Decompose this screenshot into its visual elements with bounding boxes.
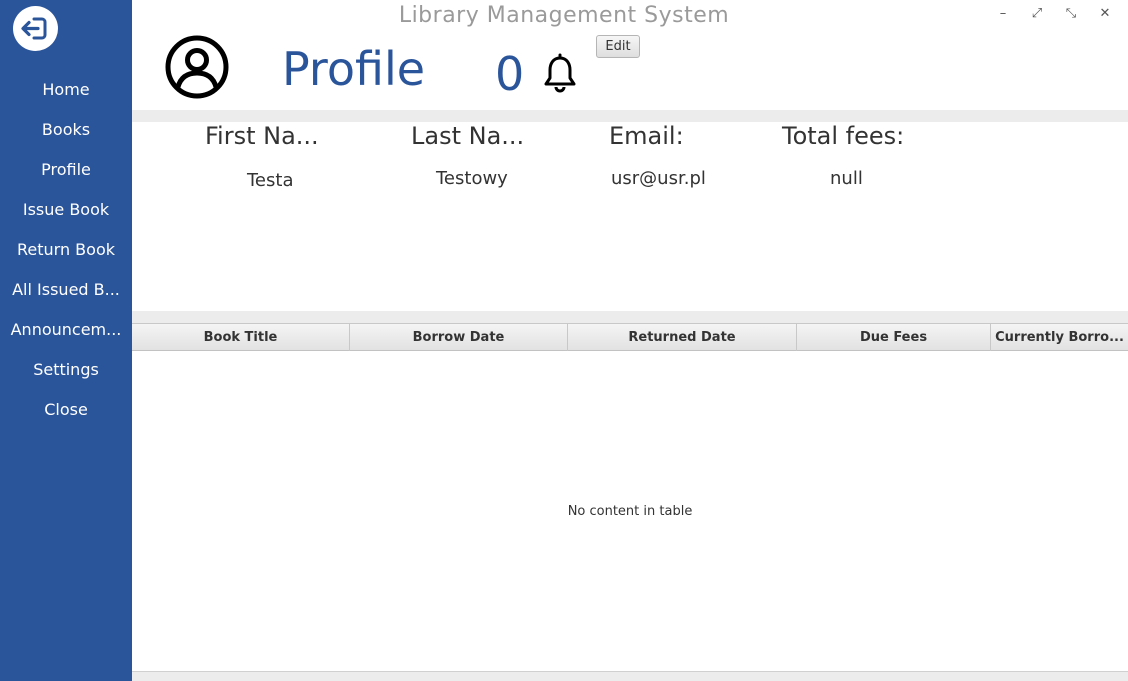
total-fees-label: Total fees: [782,122,905,150]
app-window: Home Books Profile Issue Book Return Boo… [0,0,1128,681]
logout-arrow-icon [13,6,58,51]
column-header-book-title[interactable]: Book Title [132,324,350,351]
sidebar-item-issue-book[interactable]: Issue Book [0,190,132,230]
restore-button[interactable]: ⤡ [1054,3,1088,23]
sidebar-item-settings[interactable]: Settings [0,350,132,390]
notification-count: 0 [495,47,525,101]
empty-table-message: No content in table [567,504,693,519]
sidebar: Home Books Profile Issue Book Return Boo… [0,0,132,681]
email-value: usr@usr.pl [611,168,706,189]
total-fees-value: null [830,168,863,189]
app-title: Library Management System [398,3,730,28]
table-header: Book Title Borrow Date Returned Date Due… [132,324,1128,351]
first-name-label: First Na... [205,122,319,150]
sidebar-nav: Home Books Profile Issue Book Return Boo… [0,70,132,430]
column-header-returned-date[interactable]: Returned Date [568,324,797,351]
close-window-button[interactable]: ✕ [1088,3,1122,23]
sidebar-item-books[interactable]: Books [0,110,132,150]
user-avatar-icon [165,35,229,99]
sidebar-item-profile[interactable]: Profile [0,150,132,190]
bell-icon[interactable] [542,53,578,93]
bottom-bar [132,671,1128,681]
info-divider [132,311,1128,323]
maximize-button[interactable]: ⤢ [1020,3,1054,23]
sidebar-item-return-book[interactable]: Return Book [0,230,132,270]
page-title: Profile [282,42,426,96]
sidebar-item-close[interactable]: Close [0,390,132,430]
sidebar-item-announcements[interactable]: Announcem... [0,310,132,350]
header-divider [132,110,1128,122]
borrow-history-table[interactable]: Book Title Borrow Date Returned Date Due… [132,323,1128,671]
column-header-currently-borrowed[interactable]: Currently Borro... [991,324,1128,351]
column-header-due-fees[interactable]: Due Fees [797,324,991,351]
sidebar-item-all-issued-books[interactable]: All Issued B... [0,270,132,310]
edit-button[interactable]: Edit [596,35,640,58]
column-header-borrow-date[interactable]: Borrow Date [350,324,568,351]
first-name-value: Testa [247,170,294,191]
main-content: Library Management System – ⤢ ⤡ ✕ Profil… [132,0,1128,681]
last-name-label: Last Na... [411,122,525,150]
minimize-button[interactable]: – [986,3,1020,23]
email-label: Email: [609,122,684,150]
window-controls: – ⤢ ⤡ ✕ [986,3,1122,23]
sidebar-item-home[interactable]: Home [0,70,132,110]
last-name-value: Testowy [436,168,508,189]
logout-button[interactable] [12,5,59,52]
